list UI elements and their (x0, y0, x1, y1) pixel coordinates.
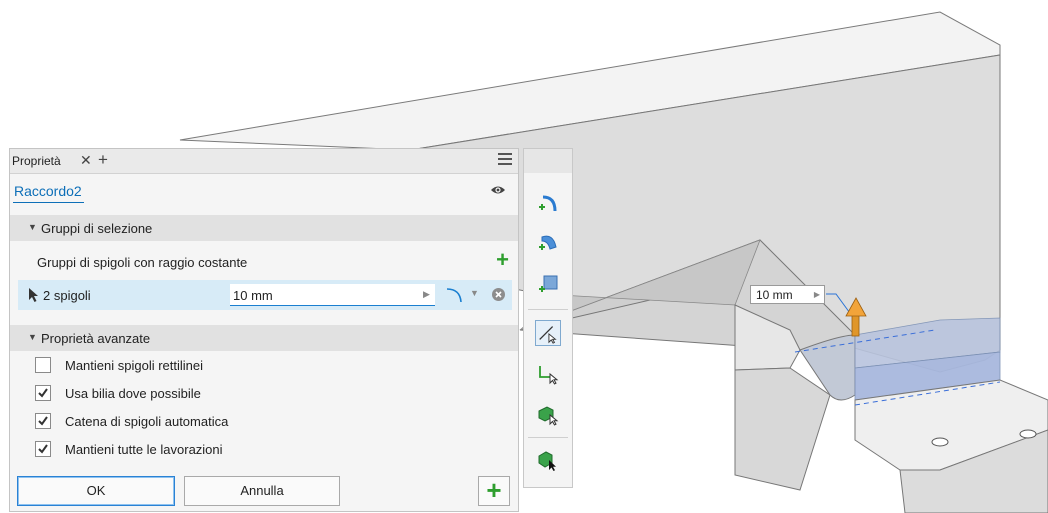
tab-properties[interactable]: Proprietà (12, 154, 61, 168)
radius-input[interactable]: 10 mm (230, 284, 435, 306)
fillet-type-toolbar (523, 148, 573, 488)
toolbar-divider (528, 437, 568, 438)
plus-icon: + (486, 475, 502, 505)
fillet-profile-icon[interactable] (444, 285, 468, 305)
option-label: Mantieni tutte le lavorazioni (65, 442, 223, 457)
viewport-radius-value: 10 mm (756, 288, 793, 302)
chevron-down-icon[interactable]: ▼ (470, 288, 479, 298)
add-tab-icon[interactable]: + (98, 150, 108, 170)
edge-selection-row[interactable]: 2 spigoli 10 mm ▶ ▼ (18, 280, 512, 310)
checkmark-icon (38, 388, 48, 398)
section-title-selection: Gruppi di selezione (41, 221, 153, 236)
select-cursor-icon[interactable] (28, 287, 40, 303)
loop-select-icon[interactable] (535, 361, 561, 387)
collapse-arrow-icon[interactable]: ▼ (28, 222, 37, 232)
edge-fillet-icon[interactable] (535, 191, 561, 217)
selected-edges-label: 2 spigoli (43, 288, 91, 303)
eye-icon[interactable] (490, 184, 506, 196)
variable-fillet-icon[interactable] (535, 229, 561, 255)
remove-group-icon[interactable] (491, 287, 506, 302)
properties-panel: Proprietà ✕ + Raccordo2 ▼ Gruppi di sele… (9, 148, 519, 512)
section-header-advanced[interactable]: ▼ Proprietà avanzate (10, 325, 518, 351)
option-label: Catena di spigoli automatica (65, 414, 229, 429)
apply-add-button[interactable]: + (478, 476, 510, 506)
checkbox-unchecked[interactable] (35, 357, 51, 373)
section-header-selection[interactable]: ▼ Gruppi di selezione (10, 215, 518, 241)
toolbar-header (524, 149, 572, 173)
viewport-radius-input[interactable]: 10 mm ▶ (750, 285, 825, 304)
feature-name-field[interactable]: Raccordo2 (13, 183, 84, 203)
option-label: Usa bilia dove possibile (65, 386, 201, 401)
edge-group-label: Gruppi di spigoli con raggio costante (37, 255, 248, 270)
toolbar-divider (528, 309, 568, 310)
option-label: Mantieni spigoli rettilinei (65, 358, 204, 373)
ok-button[interactable]: OK (17, 476, 175, 506)
face-fillet-icon[interactable] (535, 271, 561, 297)
solid-select-icon[interactable] (535, 447, 561, 473)
checkbox-checked[interactable] (35, 385, 51, 401)
checkmark-icon (38, 444, 48, 454)
edge-select-icon (539, 326, 557, 344)
cancel-button[interactable]: Annulla (184, 476, 340, 506)
hamburger-menu-icon[interactable] (498, 153, 512, 165)
panel-tab-bar: Proprietà ✕ + (10, 149, 518, 174)
expand-arrow-icon[interactable]: ▶ (814, 290, 820, 299)
checkmark-icon (38, 416, 48, 426)
close-tab-icon[interactable]: ✕ (80, 152, 92, 169)
feature-select-icon[interactable] (535, 401, 561, 427)
expand-arrow-icon[interactable]: ▶ (423, 289, 430, 300)
collapse-arrow-icon[interactable]: ▼ (28, 332, 37, 342)
section-title-advanced: Proprietà avanzate (41, 331, 151, 346)
radius-value: 10 mm (233, 288, 273, 303)
checkbox-checked[interactable] (35, 413, 51, 429)
checkbox-checked[interactable] (35, 441, 51, 457)
edge-select-mode-button[interactable] (535, 320, 561, 346)
add-group-icon[interactable]: + (496, 249, 509, 271)
